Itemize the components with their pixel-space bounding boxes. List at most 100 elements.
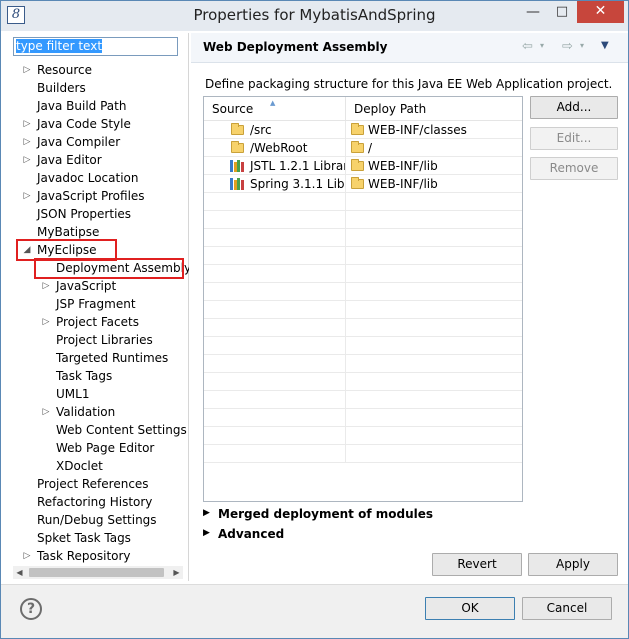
tree-item-project-references[interactable]: Project References — [8, 475, 189, 493]
merged-deployment-section[interactable]: ▶ Merged deployment of modules — [203, 507, 503, 523]
empty-cell — [204, 193, 346, 211]
forward-arrow-icon[interactable]: ⇨ — [562, 39, 573, 54]
remove-button[interactable]: Remove — [530, 157, 618, 180]
tree-item-label: Javadoc Location — [37, 171, 139, 185]
collapsed-arrow-icon[interactable]: ▷ — [22, 547, 32, 565]
tree-item-xdoclet[interactable]: XDoclet — [8, 457, 189, 475]
merged-deployment-label: Merged deployment of modules — [218, 507, 434, 521]
title-bar[interactable]: 8 Properties for MybatisAndSpring — □ ✕ — [1, 1, 628, 31]
forward-dropdown-icon[interactable]: ▾ — [580, 41, 584, 50]
empty-cell — [346, 301, 522, 319]
collapsed-arrow-icon[interactable]: ▷ — [22, 61, 32, 79]
tree-item-javadoc-location[interactable]: Javadoc Location — [8, 169, 189, 187]
empty-cell — [204, 283, 346, 301]
annotation-highlight-box — [34, 258, 184, 279]
tree-item-java-compiler[interactable]: ▷ Java Compiler — [8, 133, 189, 151]
source-cell: Spring 3.1.1 Library — [204, 175, 346, 193]
collapsed-arrow-icon[interactable]: ▷ — [22, 115, 32, 133]
maximize-button[interactable]: □ — [548, 3, 576, 23]
cancel-button[interactable]: Cancel — [522, 597, 612, 620]
table-row[interactable]: JSTL 1.2.1 Library WEB-INF/lib — [204, 157, 522, 175]
deployment-table[interactable]: ▲ Source Deploy Path /src WEB-INF/classes… — [203, 96, 523, 502]
edit-button-label: Edit... — [556, 131, 592, 145]
tree-item-builders[interactable]: Builders — [8, 79, 189, 97]
ok-button[interactable]: OK — [425, 597, 515, 620]
deploy-path-label: WEB-INF/classes — [368, 123, 467, 137]
tree-item-javascript-profiles[interactable]: ▷ JavaScript Profiles — [8, 187, 189, 205]
minimize-button[interactable]: — — [519, 3, 547, 23]
folder-icon — [351, 141, 364, 153]
tree-item-refactoring-history[interactable]: Refactoring History — [8, 493, 189, 511]
back-arrow-icon[interactable]: ⇦ — [522, 39, 533, 54]
collapsed-arrow-icon[interactable]: ▷ — [22, 133, 32, 151]
collapsed-arrow-icon[interactable]: ▷ — [41, 403, 51, 421]
column-header-deploy-path[interactable]: Deploy Path — [346, 97, 522, 121]
collapsed-arrow-icon[interactable]: ▷ — [41, 313, 51, 331]
empty-table-row — [204, 193, 522, 211]
tree-item-label: Web Content Settings — [56, 423, 187, 437]
add-button-label: Add... — [556, 100, 592, 114]
tree-item-web-content-settings[interactable]: Web Content Settings — [8, 421, 189, 439]
scroll-right-icon[interactable]: ▶ — [170, 566, 183, 579]
tree-item-uml1[interactable]: UML1 — [8, 385, 189, 403]
empty-cell — [346, 229, 522, 247]
scroll-left-icon[interactable]: ◀ — [13, 566, 26, 579]
deploy-path-label: / — [368, 141, 373, 155]
section-expand-icon[interactable]: ▶ — [203, 528, 210, 538]
empty-cell — [204, 319, 346, 337]
tree-item-java-build-path[interactable]: Java Build Path — [8, 97, 189, 115]
back-dropdown-icon[interactable]: ▾ — [540, 41, 544, 50]
tree-item-label: Spket Task Tags — [37, 531, 131, 545]
apply-button[interactable]: Apply — [528, 553, 618, 576]
advanced-section[interactable]: ▶ Advanced — [203, 527, 503, 543]
section-expand-icon[interactable]: ▶ — [203, 508, 210, 518]
properties-dialog: 8 Properties for MybatisAndSpring — □ ✕ … — [0, 0, 629, 639]
edit-button[interactable]: Edit... — [530, 127, 618, 150]
close-button[interactable]: ✕ — [577, 1, 624, 23]
tree-item-resource[interactable]: ▷ Resource — [8, 61, 189, 79]
scrollbar-thumb[interactable] — [29, 568, 164, 577]
collapsed-arrow-icon[interactable]: ▷ — [22, 187, 32, 205]
collapsed-arrow-icon[interactable]: ▷ — [22, 151, 32, 169]
tree-item-project-facets[interactable]: ▷ Project Facets — [8, 313, 189, 331]
empty-cell — [204, 391, 346, 409]
advanced-label: Advanced — [218, 527, 285, 541]
empty-table-row — [204, 409, 522, 427]
table-row[interactable]: /WebRoot / — [204, 139, 522, 157]
tree-item-run-debug-settings[interactable]: Run/Debug Settings — [8, 511, 189, 529]
tree-item-java-code-style[interactable]: ▷ Java Code Style — [8, 115, 189, 133]
source-label: Spring 3.1.1 Library — [250, 177, 345, 191]
tree-item-label: JSON Properties — [37, 207, 132, 221]
tree-item-label: JavaScript Profiles — [37, 189, 145, 203]
tree-item-javascript[interactable]: ▷ JavaScript — [8, 277, 189, 295]
empty-table-row — [204, 265, 522, 283]
column-header-source[interactable]: ▲ Source — [204, 97, 346, 121]
filter-input[interactable]: type filter text — [13, 37, 178, 56]
empty-table-row — [204, 337, 522, 355]
tree-item-task-repository[interactable]: ▷ Task Repository — [8, 547, 189, 565]
add-button[interactable]: Add... — [530, 96, 618, 119]
page-header: Web Deployment Assembly ⇦ ▾ ⇨ ▾ ▼ — [191, 33, 628, 63]
tree-item-jsp-fragment[interactable]: JSP Fragment — [8, 295, 189, 313]
tree-item-json-properties[interactable]: JSON Properties — [8, 205, 189, 223]
tree-item-web-page-editor[interactable]: Web Page Editor — [8, 439, 189, 457]
tree-item-label: UML1 — [56, 387, 90, 401]
empty-cell — [204, 229, 346, 247]
source-label: JSTL 1.2.1 Library — [250, 159, 346, 173]
tree-item-task-tags[interactable]: Task Tags — [8, 367, 189, 385]
deploy-path-cell: WEB-INF/lib — [346, 175, 522, 193]
tree-item-targeted-runtimes[interactable]: Targeted Runtimes — [8, 349, 189, 367]
horizontal-scrollbar[interactable]: ◀ ▶ — [13, 566, 183, 579]
view-menu-icon[interactable]: ▼ — [601, 40, 609, 51]
help-icon[interactable]: ? — [20, 598, 42, 620]
revert-button[interactable]: Revert — [432, 553, 522, 576]
table-row[interactable]: /src WEB-INF/classes — [204, 121, 522, 139]
table-row[interactable]: Spring 3.1.1 Library WEB-INF/lib — [204, 175, 522, 193]
tree-item-validation[interactable]: ▷ Validation — [8, 403, 189, 421]
tree-item-spket-task-tags[interactable]: Spket Task Tags — [8, 529, 189, 547]
tree-item-java-editor[interactable]: ▷ Java Editor — [8, 151, 189, 169]
collapsed-arrow-icon[interactable]: ▷ — [41, 277, 51, 295]
tree-item-label: Builders — [37, 81, 86, 95]
tree-item-project-libraries[interactable]: Project Libraries — [8, 331, 189, 349]
tree-item-label: Resource — [37, 63, 93, 77]
